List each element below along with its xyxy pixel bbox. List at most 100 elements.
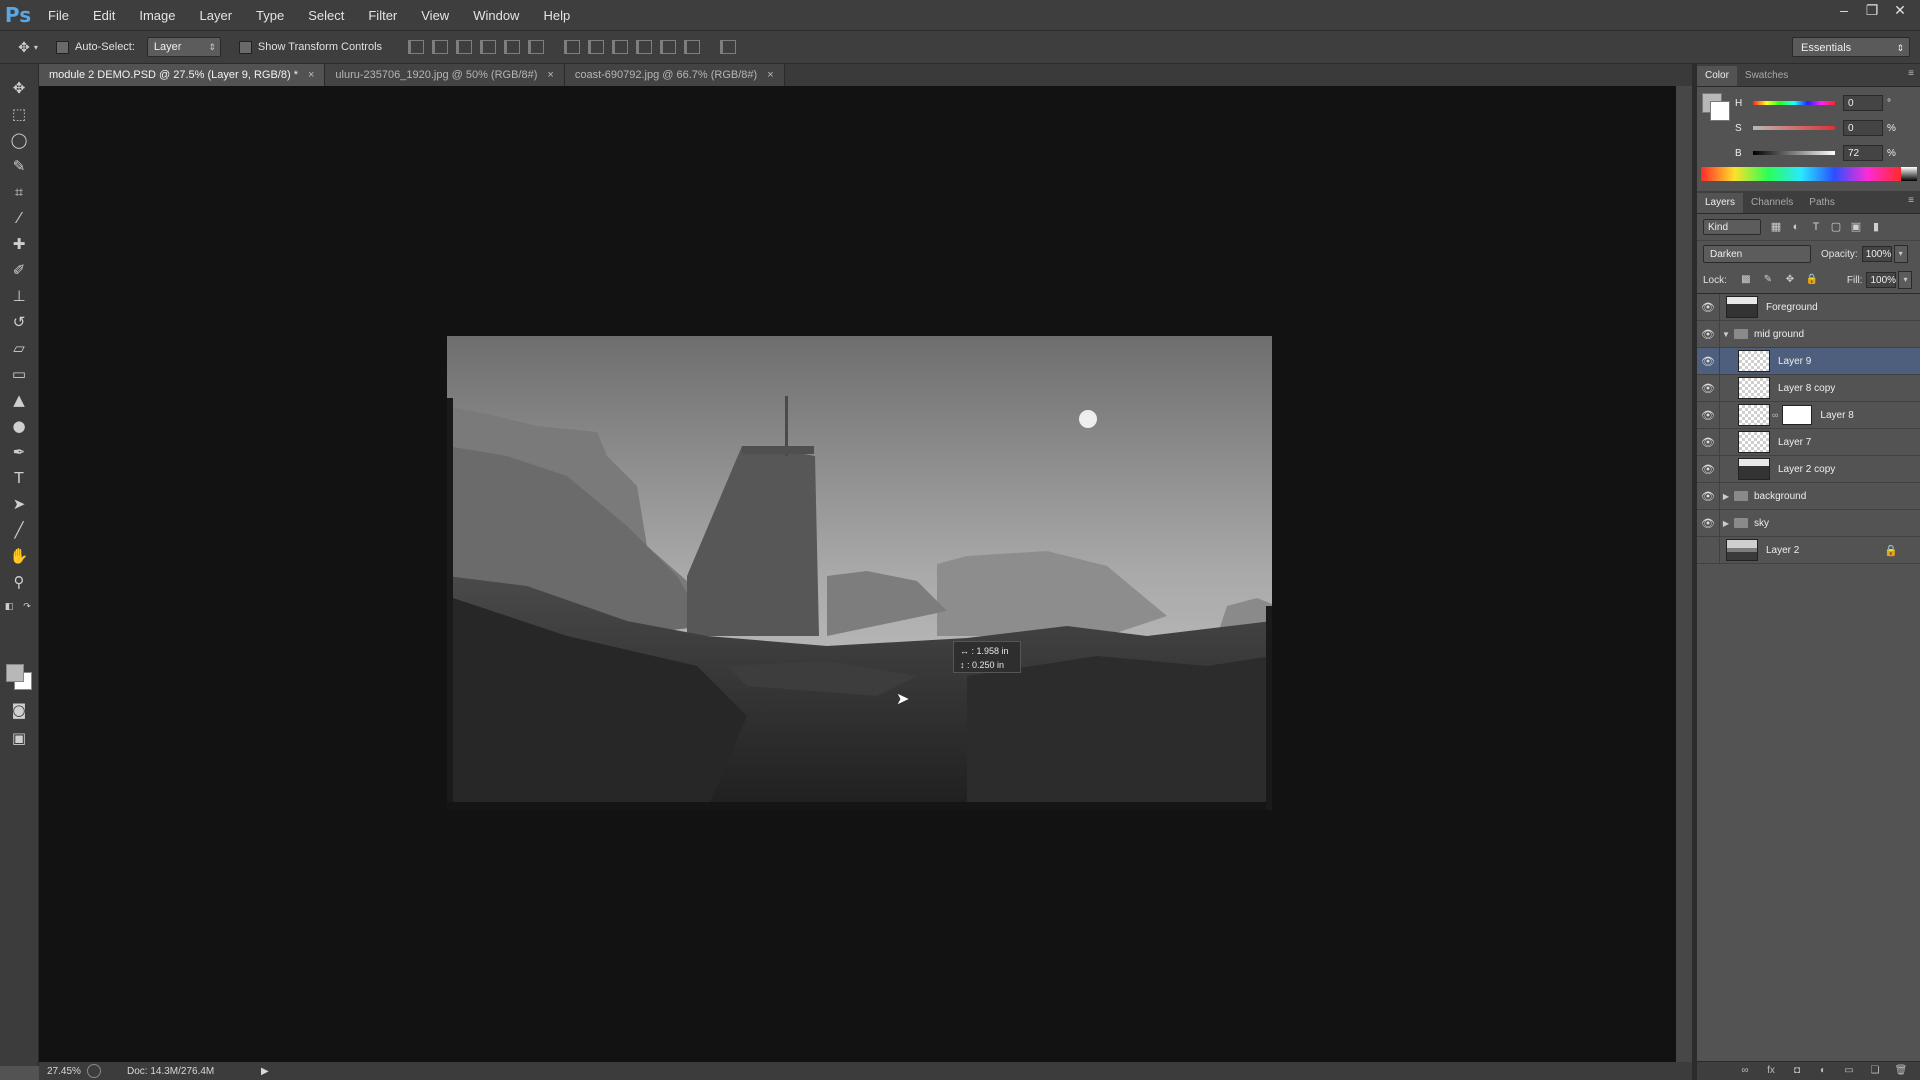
kind-filter-dropdown[interactable]: Kind xyxy=(1703,219,1761,235)
align-bottom-icon[interactable] xyxy=(452,37,476,57)
layer-name[interactable]: Layer 2 copy xyxy=(1778,464,1835,475)
close-tab-icon[interactable]: × xyxy=(767,69,773,81)
blur-tool-icon[interactable]: ▲ xyxy=(7,388,31,412)
adjustment-filter-icon[interactable]: ◐ xyxy=(1789,220,1803,234)
tab-color[interactable]: Color xyxy=(1697,66,1737,86)
lock-position-icon[interactable]: ✥ xyxy=(1783,273,1797,287)
tab-coast[interactable]: coast-690792.jpg @ 66.7% (RGB/8#) × xyxy=(564,64,785,86)
close-tab-icon[interactable]: × xyxy=(308,69,314,81)
smart-object-filter-icon[interactable]: ▣ xyxy=(1849,220,1863,234)
default-colors-icon[interactable]: ◧ xyxy=(2,600,16,614)
opacity-input[interactable]: 100% xyxy=(1861,246,1892,262)
filter-toggle-icon[interactable]: ▮ xyxy=(1869,220,1883,234)
tab-uluru[interactable]: uluru-235706_1920.jpg @ 50% (RGB/8#) × xyxy=(325,64,565,86)
pen-tool-icon[interactable]: ✒ xyxy=(7,440,31,464)
tab-layers[interactable]: Layers xyxy=(1697,193,1744,213)
eraser-tool-icon[interactable]: ▱ xyxy=(7,336,31,360)
visibility-eye-icon[interactable]: 👁 xyxy=(1697,463,1719,476)
layer-row-layer-8[interactable]: 👁 ∞ Layer 8 xyxy=(1697,402,1920,429)
layer-row-layer-2[interactable]: 👁 Layer 2 🔒 xyxy=(1697,537,1920,564)
workspace-switcher[interactable]: Essentials xyxy=(1792,37,1910,58)
zoom-tool-icon[interactable]: ⚲ xyxy=(7,570,31,594)
brush-tool-icon[interactable]: ✐ xyxy=(7,258,31,282)
line-tool-icon[interactable]: ╱ xyxy=(7,518,31,542)
layer-row-foreground[interactable]: 👁 Foreground xyxy=(1697,294,1920,321)
align-vcenter-icon[interactable] xyxy=(428,37,452,57)
visibility-eye-icon[interactable]: 👁 xyxy=(1697,301,1719,314)
pixel-filter-icon[interactable]: ▦ xyxy=(1769,220,1783,234)
layer-name[interactable]: background xyxy=(1754,491,1806,502)
new-group-icon[interactable]: ▭ xyxy=(1842,1065,1856,1077)
layer-row-mid-ground[interactable]: 👁 ▼ mid ground xyxy=(1697,321,1920,348)
lasso-tool-icon[interactable]: ◯ xyxy=(7,128,31,152)
show-transform-checkbox[interactable] xyxy=(238,40,252,54)
brightness-slider[interactable] xyxy=(1753,151,1835,155)
distribute-bottom-icon[interactable] xyxy=(608,37,632,57)
tab-swatches[interactable]: Swatches xyxy=(1737,66,1796,86)
menu-file[interactable]: File xyxy=(36,8,81,23)
menu-select[interactable]: Select xyxy=(296,8,356,23)
visibility-eye-icon[interactable]: 👁 xyxy=(1697,409,1719,422)
mask-link-icon[interactable]: ∞ xyxy=(1772,410,1778,420)
visibility-eye-icon[interactable]: 👁 xyxy=(1697,355,1719,368)
adjustment-layer-icon[interactable]: ◐ xyxy=(1816,1065,1830,1077)
type-filter-icon[interactable]: T xyxy=(1809,220,1823,234)
zoom-level[interactable]: 27.45% xyxy=(39,1066,87,1077)
visibility-eye-icon[interactable]: 👁 xyxy=(1697,328,1719,341)
panel-menu-icon[interactable]: ≡ xyxy=(1908,195,1914,206)
eyedropper-tool-icon[interactable]: ⁄ xyxy=(7,206,31,230)
link-layers-icon[interactable]: ∞ xyxy=(1738,1065,1752,1077)
crop-tool-icon[interactable]: ⌗ xyxy=(7,180,31,204)
marquee-tool-icon[interactable]: ⬚ xyxy=(7,102,31,126)
auto-align-icon[interactable] xyxy=(716,37,740,57)
menu-help[interactable]: Help xyxy=(531,8,582,23)
group-expanded-icon[interactable]: ▼ xyxy=(1720,330,1732,339)
visibility-eye-icon[interactable]: 👁 xyxy=(1697,517,1719,530)
new-layer-icon[interactable]: ❏ xyxy=(1868,1065,1882,1077)
auto-select-target-dropdown[interactable]: Layer xyxy=(146,37,221,57)
auto-select-checkbox[interactable] xyxy=(56,40,69,54)
add-mask-icon[interactable]: ◘ xyxy=(1790,1065,1804,1077)
layer-row-layer-8-copy[interactable]: 👁 Layer 8 copy xyxy=(1697,375,1920,402)
layer-name[interactable]: Layer 9 xyxy=(1778,356,1811,367)
opacity-dropdown-icon[interactable]: ▾ xyxy=(1893,245,1908,263)
panel-menu-icon[interactable]: ≡ xyxy=(1908,68,1914,79)
layer-name[interactable]: mid ground xyxy=(1754,329,1804,340)
shape-filter-icon[interactable]: ▢ xyxy=(1829,220,1843,234)
hue-slider[interactable] xyxy=(1753,101,1835,105)
history-brush-tool-icon[interactable]: ↺ xyxy=(7,310,31,334)
menu-filter[interactable]: Filter xyxy=(356,8,409,23)
swap-colors-icon[interactable]: ↷ xyxy=(20,600,34,614)
distribute-vcenter-icon[interactable] xyxy=(584,37,608,57)
visibility-eye-icon[interactable]: 👁 xyxy=(1697,490,1719,503)
visibility-eye-icon[interactable]: 👁 xyxy=(1697,544,1719,557)
layer-row-background[interactable]: 👁 ▶ background xyxy=(1697,483,1920,510)
align-hcenter-icon[interactable] xyxy=(500,37,524,57)
canvas-area[interactable]: ↔ : 1.958 in ↕ : 0.250 in ➤ xyxy=(39,86,1676,1062)
layer-name[interactable]: Layer 8 xyxy=(1820,410,1853,421)
align-left-icon[interactable] xyxy=(476,37,500,57)
fill-input[interactable]: 100% xyxy=(1866,272,1897,288)
lock-pixels-icon[interactable]: ✎ xyxy=(1761,273,1775,287)
tool-preset-picker[interactable]: ✥ ▾ xyxy=(0,39,56,56)
group-collapsed-icon[interactable]: ▶ xyxy=(1720,519,1732,528)
saturation-slider[interactable] xyxy=(1753,126,1835,130)
layer-row-layer-2-copy[interactable]: 👁 Layer 2 copy xyxy=(1697,456,1920,483)
brightness-input[interactable]: 72 xyxy=(1843,145,1883,161)
restore-button[interactable]: ❐ xyxy=(1858,0,1886,20)
delete-layer-icon[interactable]: 🗑 xyxy=(1894,1065,1908,1077)
status-menu-arrow-icon[interactable]: ▶ xyxy=(261,1066,269,1077)
type-tool-icon[interactable]: T xyxy=(7,466,31,490)
proof-icon[interactable] xyxy=(87,1064,101,1078)
quick-select-tool-icon[interactable]: ✎ xyxy=(7,154,31,178)
minimize-button[interactable]: – xyxy=(1830,0,1858,20)
layer-style-fx-icon[interactable]: fx xyxy=(1764,1065,1778,1077)
color-background-swatch[interactable] xyxy=(1710,101,1730,121)
layer-row-layer-9[interactable]: 👁 Layer 9 xyxy=(1697,348,1920,375)
lock-transparency-icon[interactable]: ▩ xyxy=(1739,273,1753,287)
tab-channels[interactable]: Channels xyxy=(1743,193,1801,213)
group-collapsed-icon[interactable]: ▶ xyxy=(1720,492,1732,501)
path-selection-tool-icon[interactable]: ➤ xyxy=(7,492,31,516)
menu-edit[interactable]: Edit xyxy=(81,8,127,23)
layer-row-layer-7[interactable]: 👁 Layer 7 xyxy=(1697,429,1920,456)
